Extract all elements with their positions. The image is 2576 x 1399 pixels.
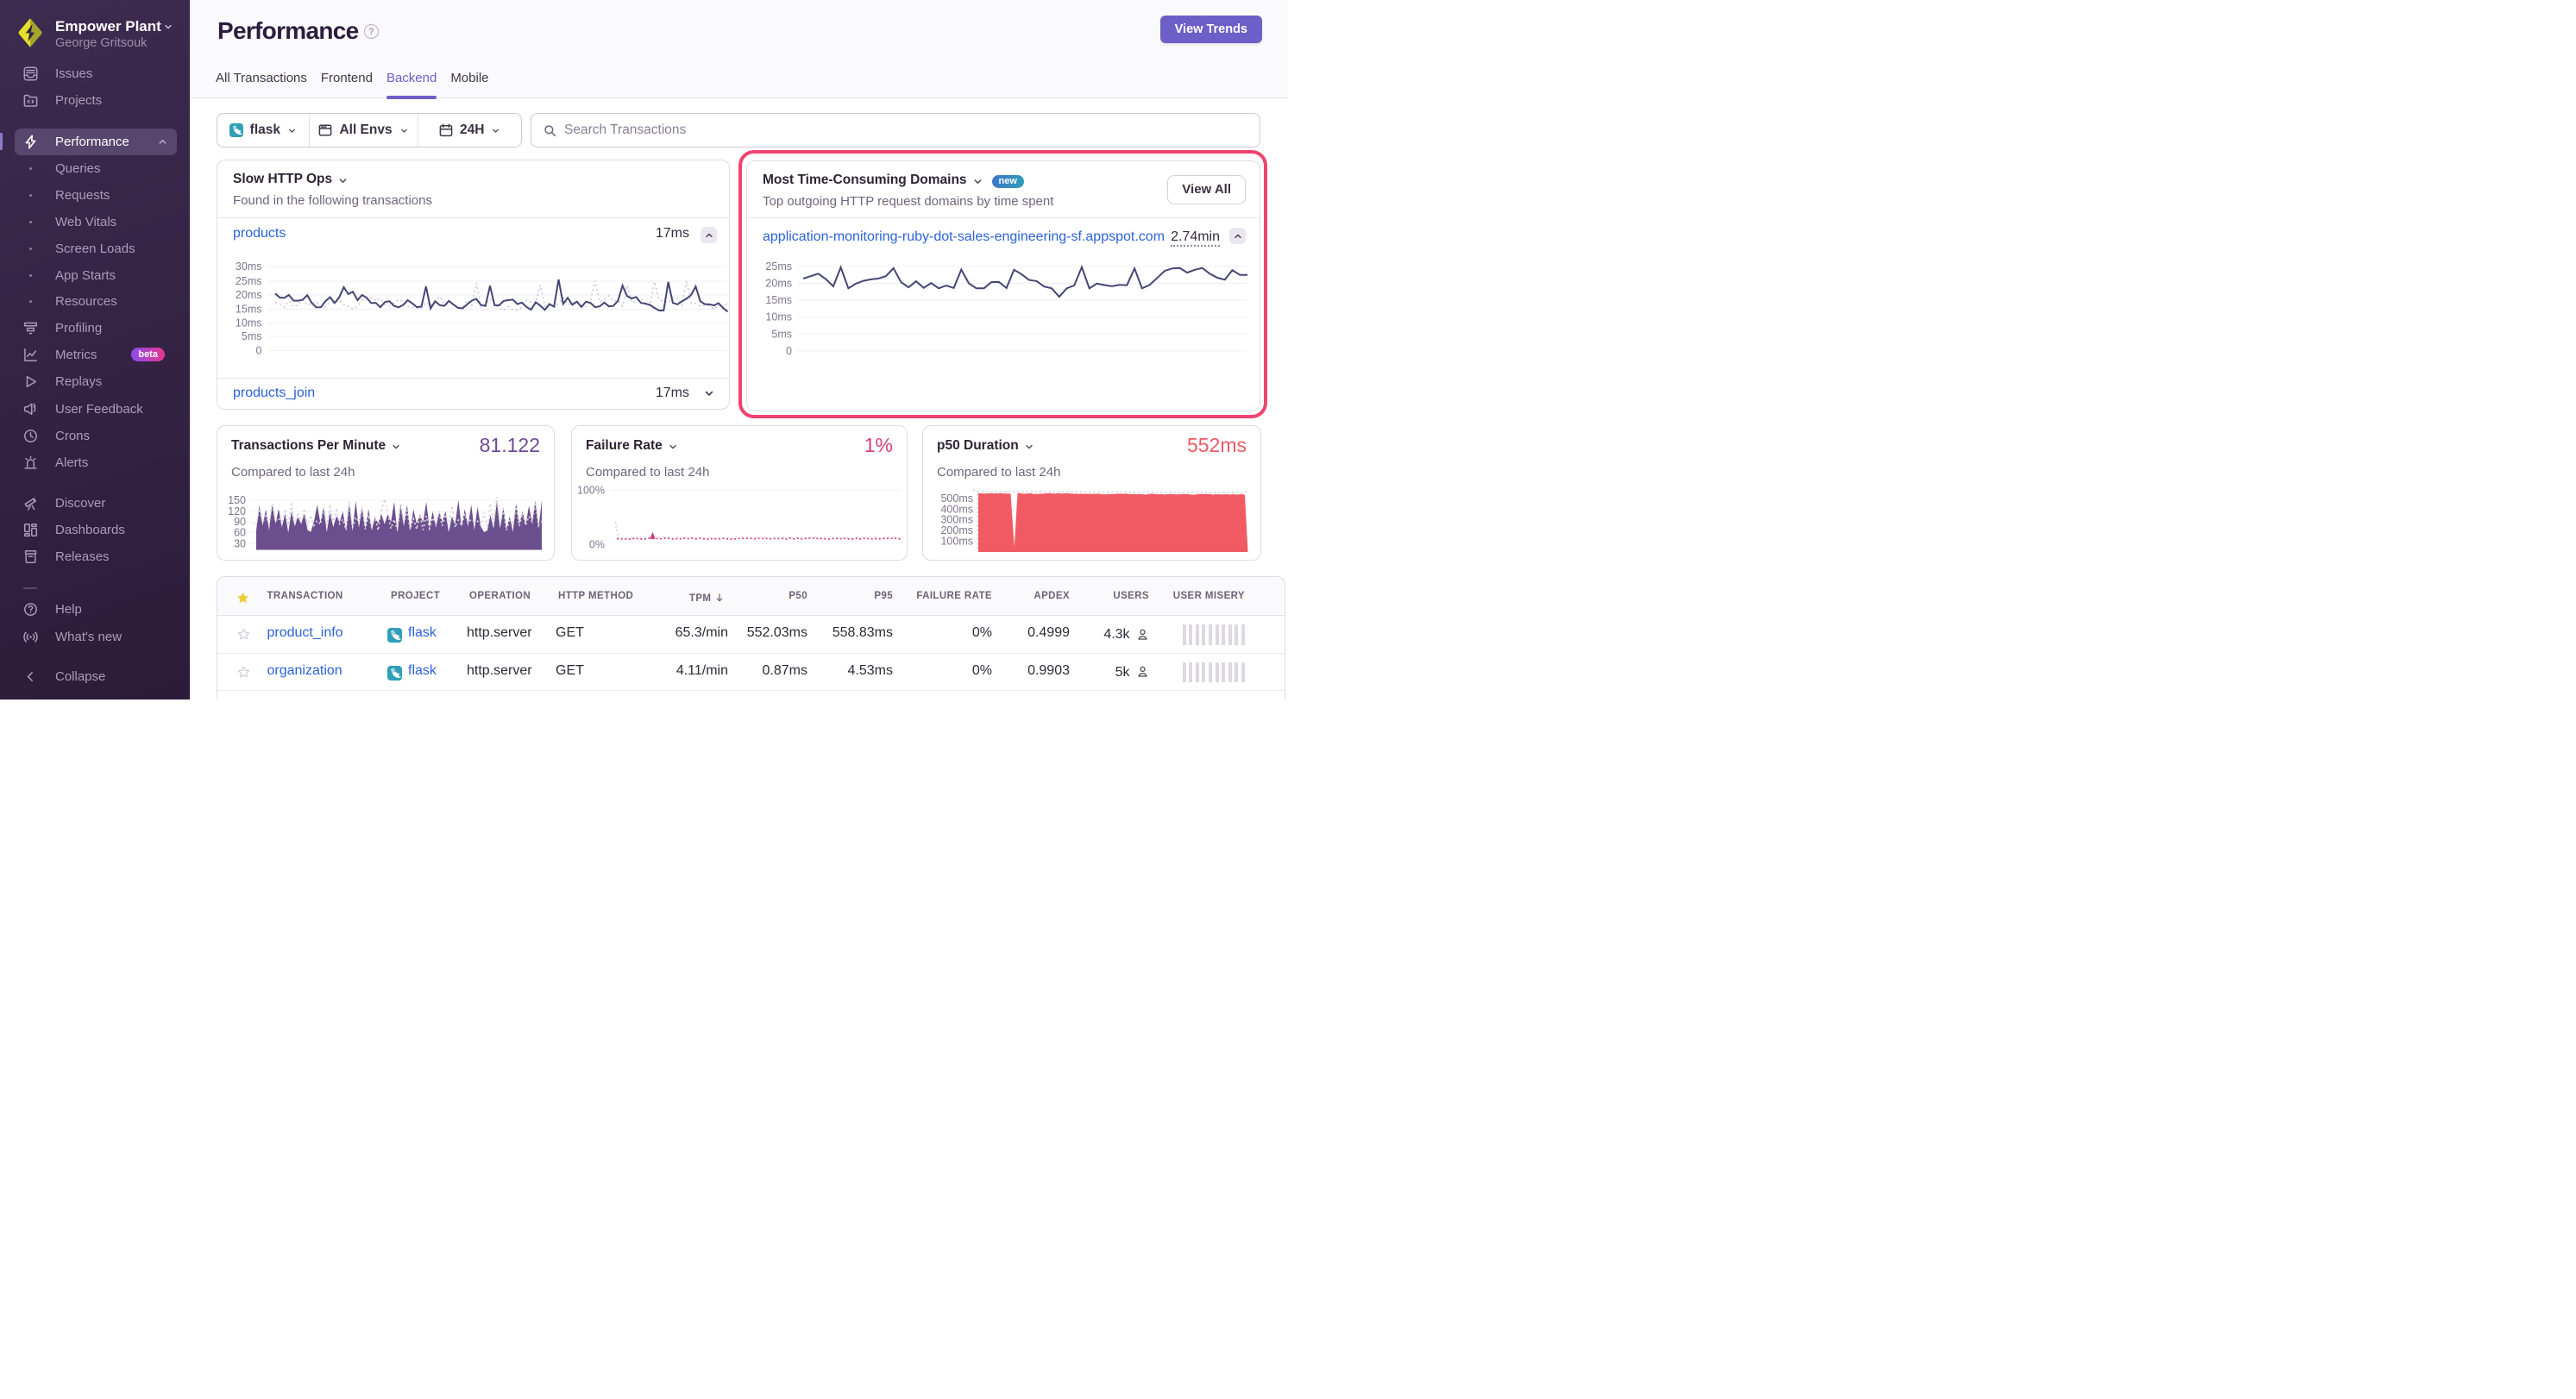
svg-text:25ms: 25ms (765, 260, 792, 273)
svg-text:25ms: 25ms (236, 275, 262, 287)
svg-text:0: 0 (786, 345, 792, 357)
svg-text:0%: 0% (589, 538, 605, 550)
svg-text:15ms: 15ms (765, 294, 792, 306)
svg-text:100%: 100% (577, 484, 605, 496)
svg-text:10ms: 10ms (236, 317, 262, 329)
svg-text:0: 0 (256, 345, 262, 357)
svg-text:100ms: 100ms (940, 535, 973, 547)
svg-text:5ms: 5ms (771, 328, 792, 340)
svg-text:30ms: 30ms (236, 260, 262, 273)
svg-text:5ms: 5ms (242, 330, 262, 342)
svg-text:60: 60 (234, 526, 246, 538)
svg-text:20ms: 20ms (765, 277, 792, 289)
svg-text:30: 30 (234, 537, 246, 549)
svg-text:150: 150 (228, 494, 246, 506)
svg-text:10ms: 10ms (765, 311, 792, 323)
svg-text:15ms: 15ms (236, 304, 262, 316)
svg-text:20ms: 20ms (236, 289, 262, 301)
